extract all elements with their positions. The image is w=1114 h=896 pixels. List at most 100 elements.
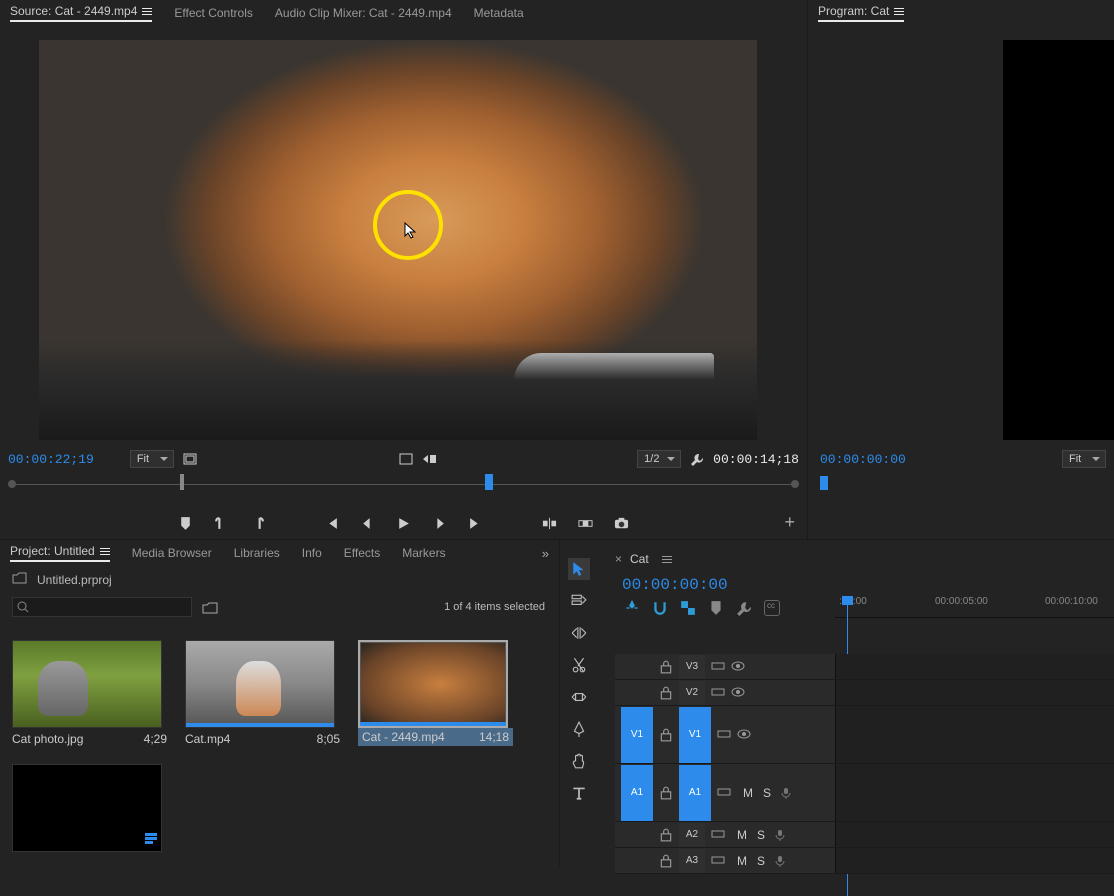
timeline-tracks: V3 V2 V1 V1 Video 1	[615, 654, 1114, 866]
razor-tool[interactable]	[568, 654, 590, 676]
bin-icon[interactable]	[12, 572, 27, 587]
source-resolution-dropdown[interactable]: 1/2	[637, 450, 681, 468]
lock-icon[interactable]	[659, 786, 673, 800]
drag-video-icon[interactable]	[422, 451, 438, 467]
insert-button[interactable]	[541, 514, 559, 532]
project-item-cat-mp4[interactable]: Cat.mp48;05	[185, 640, 340, 746]
track-select-tool[interactable]	[568, 590, 590, 612]
settings-wrench-icon[interactable]	[689, 451, 705, 467]
project-item-sequence[interactable]	[12, 764, 167, 852]
track-v2-target[interactable]: V2	[679, 681, 705, 705]
timeline-toolbar: cc	[624, 600, 780, 616]
sync-lock-icon[interactable]	[711, 686, 725, 700]
mic-icon[interactable]	[775, 855, 785, 867]
eye-icon[interactable]	[731, 660, 745, 674]
tab-audio-clip-mixer[interactable]: Audio Clip Mixer: Cat - 2449.mp4	[275, 6, 452, 20]
go-to-out-button[interactable]	[467, 514, 485, 532]
snap-icon[interactable]	[652, 600, 668, 616]
mic-icon[interactable]	[781, 787, 791, 799]
sync-lock-icon[interactable]	[711, 828, 725, 842]
lock-icon[interactable]	[659, 854, 673, 868]
sequence-tab[interactable]: × Cat	[615, 552, 672, 566]
source-v1-patch[interactable]: V1	[621, 707, 653, 763]
program-time-ruler[interactable]	[820, 476, 1106, 496]
project-item-cat-2449[interactable]: Cat - 2449.mp414;18	[358, 640, 513, 746]
source-in-point[interactable]	[180, 474, 184, 490]
lock-icon[interactable]	[659, 728, 673, 742]
tab-markers[interactable]: Markers	[402, 546, 445, 560]
sequence-badge-icon	[144, 831, 158, 845]
panel-menu-icon[interactable]	[894, 8, 904, 15]
track-v2: V2	[615, 680, 1114, 706]
tab-libraries[interactable]: Libraries	[234, 546, 280, 560]
track-v1-target[interactable]: V1	[679, 707, 711, 763]
track-a2-target[interactable]: A2	[679, 823, 705, 847]
tab-source[interactable]: Source: Cat - 2449.mp4	[10, 4, 152, 22]
project-panel: Project: Untitled Media Browser Librarie…	[0, 540, 560, 866]
program-current-timecode[interactable]: 00:00:00:00	[820, 452, 906, 467]
hand-tool[interactable]	[568, 750, 590, 772]
play-button[interactable]	[395, 514, 413, 532]
timeline-current-timecode[interactable]: 00:00:00:00	[622, 576, 728, 594]
sync-lock-icon[interactable]	[717, 786, 731, 800]
project-search-input[interactable]	[12, 597, 192, 617]
mark-in-button[interactable]	[213, 514, 231, 532]
pen-tool[interactable]	[568, 718, 590, 740]
tab-media-browser[interactable]: Media Browser	[132, 546, 212, 560]
program-video-preview[interactable]	[1003, 40, 1114, 440]
tab-effects[interactable]: Effects	[344, 546, 380, 560]
linked-selection-icon[interactable]	[680, 600, 696, 616]
tab-info[interactable]: Info	[302, 546, 322, 560]
slip-tool[interactable]	[568, 686, 590, 708]
eye-icon[interactable]	[731, 686, 745, 700]
add-marker-button[interactable]	[177, 514, 195, 532]
nest-icon[interactable]	[624, 600, 640, 616]
marker-icon[interactable]	[708, 600, 724, 616]
timeline-settings-icon[interactable]	[736, 600, 752, 616]
source-playhead[interactable]	[485, 474, 493, 490]
source-a1-patch[interactable]: A1	[621, 765, 653, 821]
program-playhead[interactable]	[820, 476, 828, 490]
track-v3-target[interactable]: V3	[679, 655, 705, 679]
sync-lock-icon[interactable]	[717, 728, 731, 742]
sync-lock-icon[interactable]	[711, 854, 725, 868]
new-bin-icon[interactable]	[202, 599, 218, 615]
panel-menu-icon[interactable]	[100, 548, 110, 555]
track-a3-target[interactable]: A3	[679, 849, 705, 873]
step-back-button[interactable]	[359, 514, 377, 532]
project-item-cat-photo[interactable]: Cat photo.jpg4;29	[12, 640, 167, 746]
sync-lock-icon[interactable]	[711, 660, 725, 674]
tab-project[interactable]: Project: Untitled	[10, 544, 110, 562]
tab-metadata[interactable]: Metadata	[474, 6, 524, 20]
track-a1-target[interactable]: A1	[679, 765, 711, 821]
ripple-edit-tool[interactable]	[568, 622, 590, 644]
go-to-in-button[interactable]	[323, 514, 341, 532]
in-out-brackets-icon[interactable]	[398, 451, 414, 467]
overwrite-button[interactable]	[577, 514, 595, 532]
close-sequence-icon[interactable]: ×	[615, 552, 622, 566]
source-zoom-dropdown[interactable]: Fit	[130, 450, 174, 468]
type-tool[interactable]	[568, 782, 590, 804]
caption-track-icon[interactable]: cc	[764, 600, 780, 616]
source-time-ruler[interactable]	[8, 474, 799, 498]
eye-icon[interactable]	[737, 728, 751, 742]
safe-margins-icon[interactable]	[182, 451, 198, 467]
source-current-timecode[interactable]: 00:00:22;19	[8, 452, 94, 467]
source-video-preview[interactable]	[39, 40, 757, 440]
tab-effect-controls[interactable]: Effect Controls	[174, 6, 252, 20]
timeline-ruler[interactable]: :00:00 00:00:05:00 00:00:10:00	[835, 596, 1114, 618]
export-frame-button[interactable]	[613, 514, 631, 532]
tab-program[interactable]: Program: Cat	[818, 4, 904, 22]
step-forward-button[interactable]	[431, 514, 449, 532]
program-zoom-dropdown[interactable]: Fit	[1062, 450, 1106, 468]
lock-icon[interactable]	[659, 660, 673, 674]
button-editor-plus[interactable]: +	[784, 512, 795, 533]
overflow-chevron-icon[interactable]: »	[542, 546, 549, 561]
lock-icon[interactable]	[659, 686, 673, 700]
mark-out-button[interactable]	[249, 514, 267, 532]
mic-icon[interactable]	[775, 829, 785, 841]
selection-tool[interactable]	[568, 558, 590, 580]
panel-menu-icon[interactable]	[142, 8, 152, 15]
panel-menu-icon[interactable]	[662, 556, 672, 563]
lock-icon[interactable]	[659, 828, 673, 842]
